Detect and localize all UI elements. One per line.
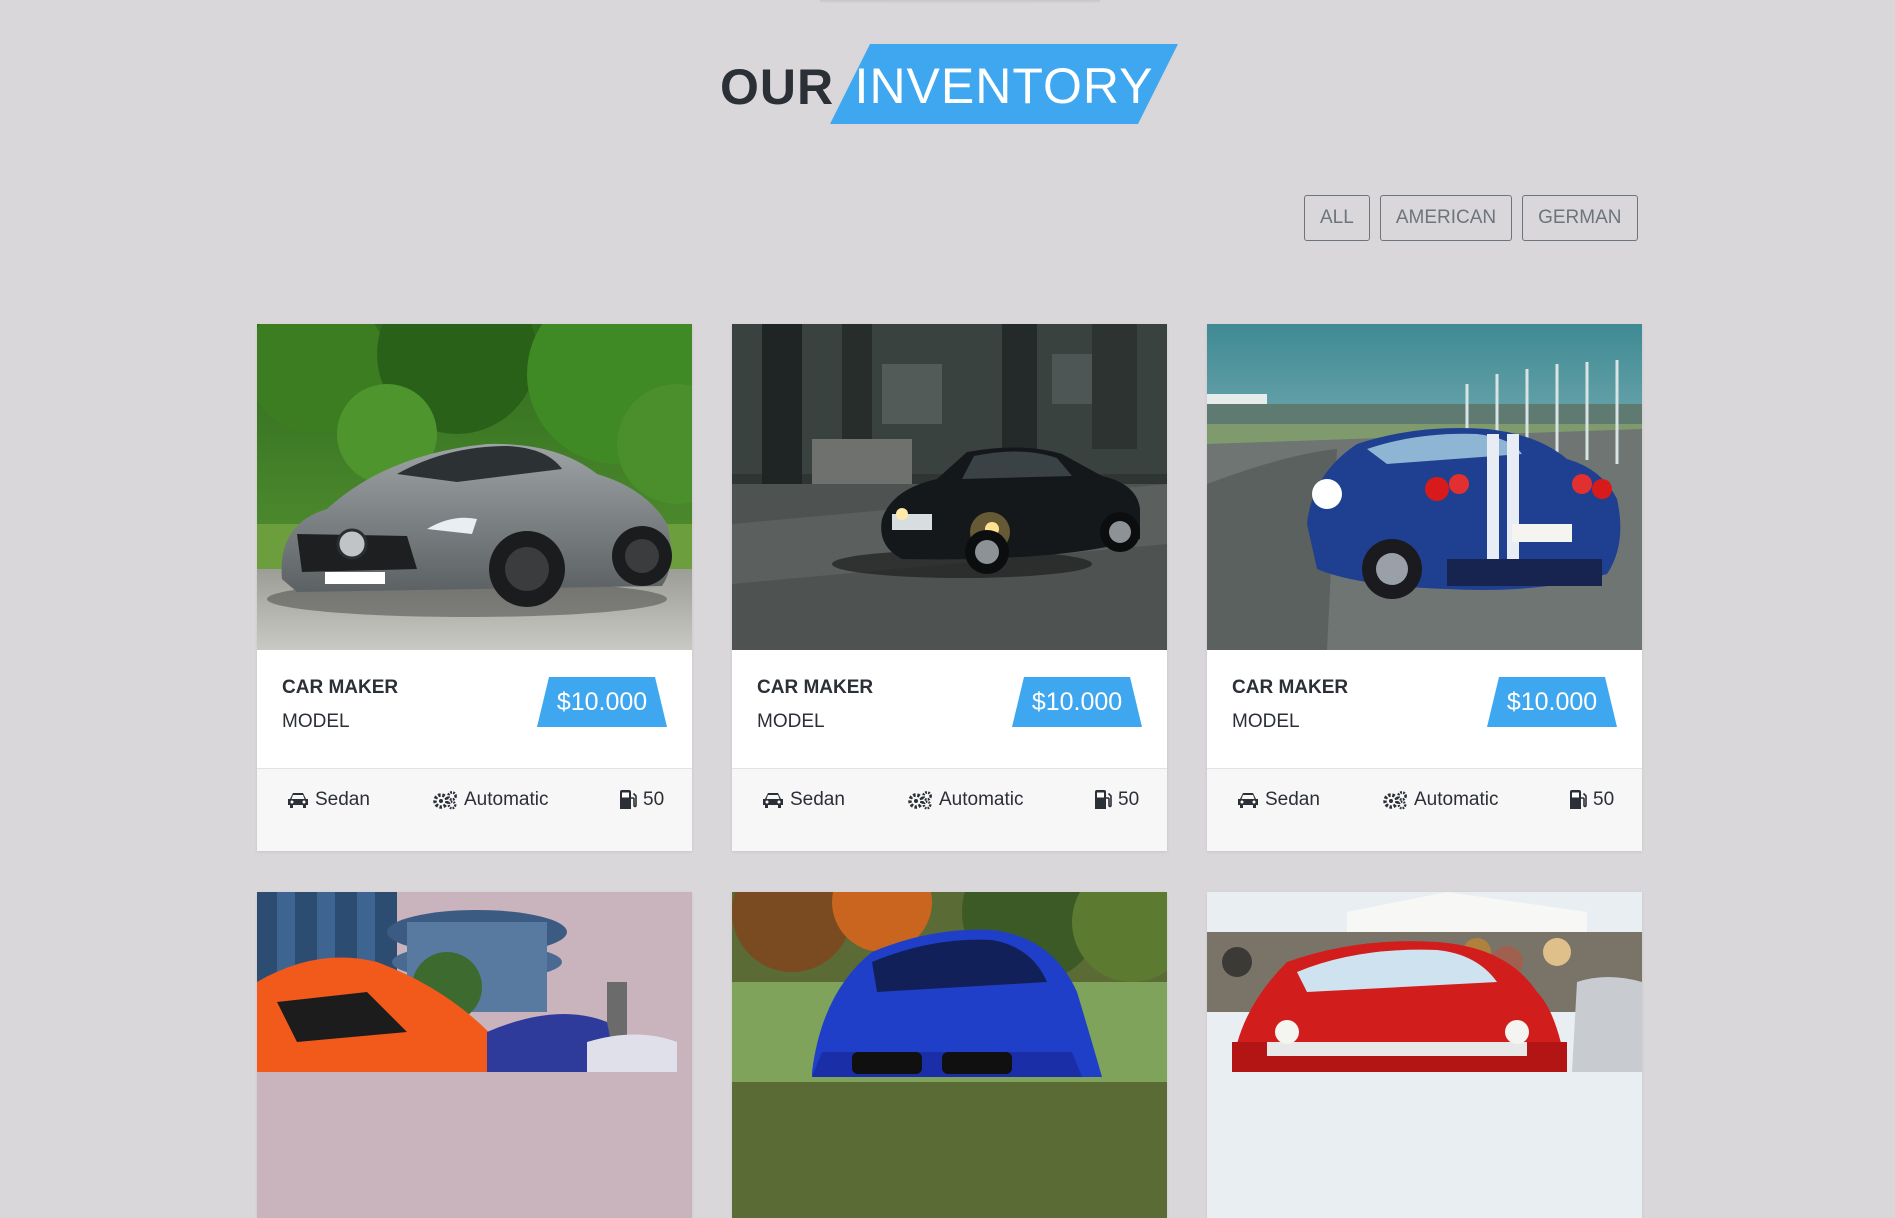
gas-pump-icon xyxy=(1095,790,1112,809)
price-badge: $10.000 xyxy=(1012,677,1142,727)
card-specs: Sedan Automatic 50 xyxy=(1207,768,1642,851)
car-maker: CAR MAKER xyxy=(282,677,399,698)
spec-fuel: 50 xyxy=(1569,789,1614,811)
gas-pump-icon xyxy=(1570,790,1587,809)
spec-body-label: Sedan xyxy=(790,789,845,810)
spec-body: Sedan xyxy=(762,789,845,811)
car-card[interactable]: CAR MAKER MODEL $10.000 Sedan Automatic … xyxy=(257,324,692,851)
car-icon xyxy=(1238,793,1258,808)
blue-car-photo xyxy=(732,892,1167,1218)
spec-fuel-label: 50 xyxy=(1118,789,1140,810)
car-card[interactable] xyxy=(1207,892,1642,1218)
black-sedan-photo xyxy=(732,324,1167,650)
card-body: CAR MAKER MODEL $10.000 xyxy=(257,650,692,768)
filter-all-button[interactable]: ALL xyxy=(1304,195,1370,241)
silver-sports-car-photo xyxy=(257,324,692,650)
spec-fuel: 50 xyxy=(619,789,664,811)
car-card[interactable] xyxy=(732,892,1167,1218)
orange-car-photo xyxy=(257,892,692,1218)
heading-badge: INVENTORY xyxy=(830,44,1178,124)
spec-transmission: Automatic xyxy=(432,789,548,811)
card-specs: Sedan Automatic 50 xyxy=(257,768,692,851)
car-image[interactable] xyxy=(1207,324,1642,650)
car-card[interactable] xyxy=(257,892,692,1218)
filter-german-button[interactable]: GERMAN xyxy=(1522,195,1638,241)
price-badge: $10.000 xyxy=(1487,677,1617,727)
car-model: MODEL xyxy=(1232,711,1300,732)
car-model: MODEL xyxy=(757,711,825,732)
filter-american-button[interactable]: AMERICAN xyxy=(1379,195,1513,241)
car-image[interactable] xyxy=(257,892,692,1218)
car-model: MODEL xyxy=(282,711,350,732)
car-card[interactable]: CAR MAKER MODEL $10.000 Sedan Automatic … xyxy=(1207,324,1642,851)
car-card[interactable]: CAR MAKER MODEL $10.000 Sedan Automatic … xyxy=(732,324,1167,851)
car-image[interactable] xyxy=(257,324,692,650)
filter-group: ALL AMERICAN GERMAN xyxy=(1304,195,1638,243)
spec-transmission: Automatic xyxy=(907,789,1023,811)
spec-body: Sedan xyxy=(287,789,370,811)
gears-icon xyxy=(433,791,457,810)
spec-transmission-label: Automatic xyxy=(464,789,549,810)
car-maker: CAR MAKER xyxy=(757,677,874,698)
blue-race-car-photo xyxy=(1207,324,1642,650)
car-image[interactable] xyxy=(1207,892,1642,1218)
price-badge: $10.000 xyxy=(537,677,667,727)
spec-transmission: Automatic xyxy=(1382,789,1498,811)
red-classic-car-photo xyxy=(1207,892,1642,1218)
car-icon xyxy=(763,793,783,808)
car-image[interactable] xyxy=(732,324,1167,650)
gears-icon xyxy=(908,791,932,810)
car-maker: CAR MAKER xyxy=(1232,677,1349,698)
spec-fuel-label: 50 xyxy=(1593,789,1615,810)
spec-transmission-label: Automatic xyxy=(939,789,1024,810)
car-image[interactable] xyxy=(732,892,1167,1218)
spec-body-label: Sedan xyxy=(315,789,370,810)
section-heading: OUR INVENTORY xyxy=(0,44,1895,124)
spec-body-label: Sedan xyxy=(1265,789,1320,810)
heading-inventory: INVENTORY xyxy=(854,58,1154,114)
gas-pump-icon xyxy=(620,790,637,809)
car-icon xyxy=(288,793,308,808)
gears-icon xyxy=(1383,791,1407,810)
spec-body: Sedan xyxy=(1237,789,1320,811)
top-shadow xyxy=(820,0,1100,4)
spec-transmission-label: Automatic xyxy=(1414,789,1499,810)
spec-fuel: 50 xyxy=(1094,789,1139,811)
card-specs: Sedan Automatic 50 xyxy=(732,768,1167,851)
card-body: CAR MAKER MODEL $10.000 xyxy=(1207,650,1642,768)
card-body: CAR MAKER MODEL $10.000 xyxy=(732,650,1167,768)
heading-our: OUR xyxy=(720,59,835,115)
spec-fuel-label: 50 xyxy=(643,789,665,810)
